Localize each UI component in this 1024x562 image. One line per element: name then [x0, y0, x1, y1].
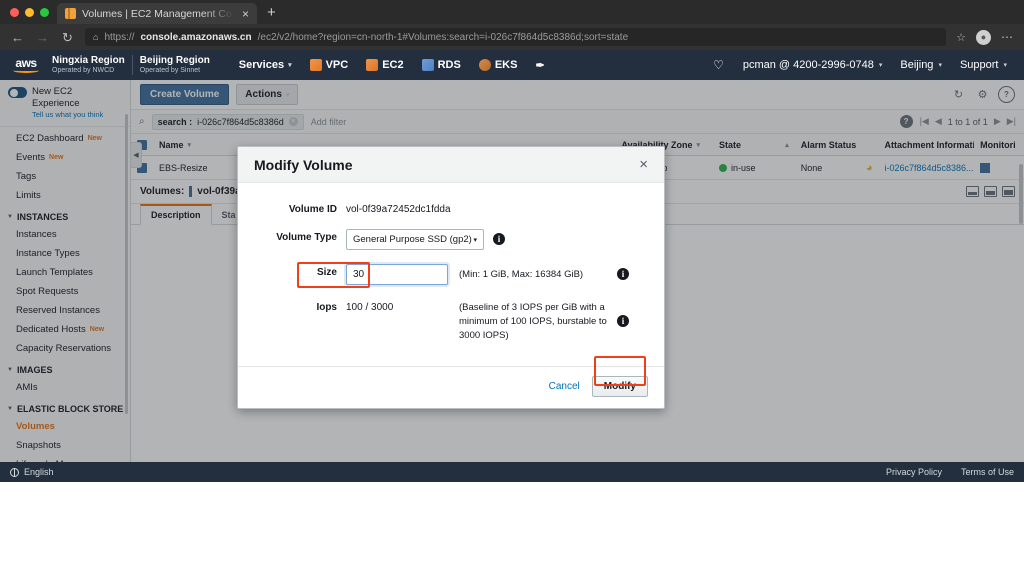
shortcut-eks-label: EKS [495, 59, 518, 71]
aws-logo[interactable]: aws [8, 58, 44, 73]
shortcut-eks[interactable]: EKS [470, 59, 527, 71]
support-menu[interactable]: Support ▾ [951, 59, 1016, 71]
shortcut-rds-label: RDS [438, 59, 461, 71]
volume-type-select[interactable]: General Purpose SSD (gp2) ▾ [346, 229, 484, 250]
lock-icon: ⌂ [93, 32, 98, 42]
account-menu[interactable]: pcman @ 4200-2996-0748 ▾ [734, 59, 892, 71]
privacy-policy-link[interactable]: Privacy Policy [872, 467, 942, 477]
aws-logo-text: aws [15, 58, 36, 69]
chevron-down-icon: ▾ [473, 236, 477, 244]
region-divider [132, 55, 133, 75]
eks-icon [479, 59, 491, 71]
url-domain: console.amazonaws.cn [140, 32, 251, 43]
language-selector[interactable]: English [24, 467, 54, 477]
size-input-value: 30 [353, 269, 364, 280]
iops-hint: (Baseline of 3 IOPS per GiB with a minim… [459, 301, 609, 342]
ec2-icon [366, 59, 378, 71]
browser-menu-icon[interactable]: ⋯ [1001, 30, 1014, 44]
app-root: Volumes | EC2 Management Co × + ← → ↻ ⌂ … [0, 0, 1024, 562]
notifications-bell-icon[interactable]: ♡ [703, 58, 734, 72]
region-menu[interactable]: Beijing ▾ [891, 59, 951, 71]
region-beijing-name: Beijing Region [140, 55, 210, 67]
chevron-down-icon: ▾ [879, 61, 883, 69]
rds-icon [422, 59, 434, 71]
url-scheme: https:// [104, 32, 134, 43]
back-icon[interactable]: ← [10, 31, 25, 44]
size-info-icon[interactable]: i [617, 268, 629, 280]
iops-value: 100 / 3000 [346, 299, 448, 313]
bookmark-star-icon[interactable]: ☆ [956, 31, 966, 44]
browser-tab-bar: Volumes | EC2 Management Co × + [0, 0, 1024, 24]
modify-volume-dialog: Modify Volume × Volume ID vol-0f39a72452… [237, 146, 665, 409]
maximize-window-button[interactable] [40, 8, 49, 17]
volume-id-value: vol-0f39a72452dc1fdda [346, 201, 451, 215]
modify-button[interactable]: Modify [592, 376, 648, 397]
close-icon[interactable]: × [639, 157, 648, 172]
services-menu[interactable]: Services ▾ [230, 59, 301, 71]
aws-top-navigation: aws Ningxia Region Operated by NWCD Beij… [0, 50, 1024, 80]
cancel-button[interactable]: Cancel [549, 381, 580, 392]
region-menu-label: Beijing [900, 59, 933, 71]
volume-type-info-icon[interactable]: i [493, 233, 505, 245]
globe-icon [10, 468, 19, 477]
iops-label: Iops [254, 299, 346, 313]
vpc-icon [310, 59, 322, 71]
volume-id-row: Volume ID vol-0f39a72452dc1fdda [254, 201, 648, 215]
size-label: Size [254, 264, 346, 278]
minimize-window-button[interactable] [25, 8, 34, 17]
browser-tab[interactable]: Volumes | EC2 Management Co × [57, 3, 257, 24]
iops-info-icon[interactable]: i [617, 315, 629, 327]
chevron-down-icon: ▾ [288, 61, 292, 69]
pin-shortcut-icon[interactable]: ✒ [526, 59, 553, 72]
forward-icon[interactable]: → [35, 31, 50, 44]
close-window-button[interactable] [10, 8, 19, 17]
size-input[interactable]: 30 [346, 264, 448, 285]
aws-logo-smile-icon [13, 68, 39, 73]
dialog-body: Volume ID vol-0f39a72452dc1fdda Volume T… [238, 183, 664, 366]
region-ningxia: Ningxia Region Operated by NWCD [52, 55, 125, 75]
size-row: Size 30 (Min: 1 GiB, Max: 16384 GiB) i [254, 264, 648, 285]
url-path: /ec2/v2/home?region=cn-north-1#Volumes:s… [258, 32, 629, 43]
tab-close-icon[interactable]: × [240, 8, 251, 20]
new-tab-button[interactable]: + [257, 3, 286, 24]
volume-id-label: Volume ID [254, 201, 346, 215]
services-label: Services [239, 59, 284, 71]
shortcut-rds[interactable]: RDS [413, 59, 470, 71]
tab-title: Volumes | EC2 Management Co [82, 8, 234, 20]
reload-icon[interactable]: ↻ [60, 31, 75, 44]
shortcut-vpc-label: VPC [326, 59, 349, 71]
shortcut-ec2[interactable]: EC2 [357, 59, 412, 71]
region-banner: Ningxia Region Operated by NWCD Beijing … [52, 55, 210, 75]
chevron-down-icon: ▾ [1003, 61, 1007, 69]
shortcut-vpc[interactable]: VPC [301, 59, 358, 71]
volume-type-row: Volume Type General Purpose SSD (gp2) ▾ … [254, 229, 648, 250]
region-beijing-operator: Operated by Sinnet [140, 67, 210, 75]
iops-row: Iops 100 / 3000 (Baseline of 3 IOPS per … [254, 299, 648, 342]
dialog-title: Modify Volume [254, 157, 639, 173]
region-beijing: Beijing Region Operated by Sinnet [140, 55, 210, 75]
terms-of-use-link[interactable]: Terms of Use [947, 467, 1014, 477]
size-hint: (Min: 1 GiB, Max: 16384 GiB) [459, 268, 609, 282]
support-label: Support [960, 59, 999, 71]
console-footer: English Privacy Policy Terms of Use [0, 462, 1024, 482]
volume-type-value: General Purpose SSD (gp2) [353, 234, 472, 245]
volume-type-label: Volume Type [254, 229, 346, 243]
dialog-footer: Cancel Modify [238, 366, 664, 408]
window-traffic-lights [8, 0, 57, 24]
dialog-header: Modify Volume × [238, 147, 664, 183]
address-bar[interactable]: ⌂ https:// console.amazonaws.cn/ec2/v2/ho… [85, 28, 946, 46]
region-ningxia-name: Ningxia Region [52, 55, 125, 67]
shortcut-ec2-label: EC2 [382, 59, 403, 71]
browser-url-bar: ← → ↻ ⌂ https:// console.amazonaws.cn/ec2… [0, 24, 1024, 50]
account-label: pcman @ 4200-2996-0748 [743, 59, 874, 71]
region-ningxia-operator: Operated by NWCD [52, 67, 125, 75]
profile-avatar[interactable]: ● [976, 30, 991, 45]
chevron-down-icon: ▾ [938, 61, 942, 69]
tab-favicon-icon [65, 8, 76, 19]
